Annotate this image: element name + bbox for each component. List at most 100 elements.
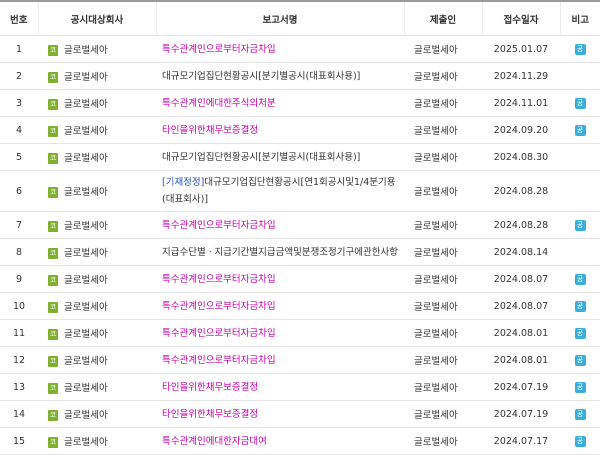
market-badge-icon: 코 bbox=[48, 329, 58, 340]
company-cell: 코 글로벌세아 bbox=[38, 89, 156, 117]
report-cell: 특수관계인에대한주식의처분 bbox=[156, 89, 404, 117]
note-cell: 공 bbox=[560, 373, 600, 401]
col-header-no: 번호 bbox=[0, 0, 39, 36]
table-body: 1 코 글로벌세아 특수관계인으로부터자금차입 글로벌세아 2025.01.07 공 2 코 글로… bbox=[0, 35, 600, 455]
company-cell: 코 글로벌세아 bbox=[38, 373, 156, 401]
receipt-date: 2024.07.19 bbox=[482, 400, 560, 428]
receipt-date: 2024.09.20 bbox=[482, 116, 560, 144]
report-title-link[interactable]: 타인을위한채무보증결정 bbox=[162, 125, 258, 136]
market-badge-icon: 코 bbox=[48, 302, 58, 313]
submitter-cell: 글로벌세아 bbox=[404, 400, 482, 428]
table-row: 8 코 글로벌세아 지급수단별ㆍ지급기간별지급금액및분쟁조정기구에관한사항 글로벌세아 2… bbox=[0, 238, 600, 266]
col-header-submitter: 제출인 bbox=[404, 0, 483, 36]
company-cell: 코 글로벌세아 bbox=[38, 143, 156, 171]
row-number: 10 bbox=[0, 292, 38, 320]
report-correction-tag: [기재정정] bbox=[162, 177, 205, 188]
note-cell: 공 bbox=[560, 400, 600, 428]
table-row: 11 코 글로벌세아 특수관계인으로부터자금차입 글로벌세아 2024.08.01 공 bbox=[0, 319, 600, 347]
receipt-date: 2024.11.01 bbox=[482, 89, 560, 117]
market-badge-icon: 코 bbox=[48, 248, 58, 259]
company-name-link[interactable]: 글로벌세아 bbox=[64, 153, 108, 164]
market-badge-icon: 코 bbox=[48, 45, 58, 56]
report-title-link[interactable]: 타인을위한채무보증결정 bbox=[162, 409, 258, 420]
note-cell: 공 bbox=[560, 116, 600, 144]
market-badge-icon: 코 bbox=[48, 410, 58, 421]
report-cell: 특수관계인에대한자금대여 bbox=[156, 427, 404, 455]
table-row: 7 코 글로벌세아 특수관계인으로부터자금차입 글로벌세아 2024.08.28 공 bbox=[0, 211, 600, 239]
report-title-link[interactable]: 특수관계인에대한주식의처분 bbox=[162, 98, 276, 109]
report-cell: 대규모기업집단현황공시[분기별공시(대표회사용)] bbox=[156, 62, 404, 90]
report-title-link[interactable]: 특수관계인으로부터자금차입 bbox=[162, 220, 276, 231]
company-name-link[interactable]: 글로벌세아 bbox=[64, 302, 108, 313]
market-badge-icon: 코 bbox=[48, 437, 58, 448]
receipt-date: 2024.08.01 bbox=[482, 346, 560, 374]
company-name-link[interactable]: 글로벌세아 bbox=[64, 410, 108, 421]
fair-trade-note-icon: 공 bbox=[574, 273, 586, 285]
receipt-date: 2025.01.07 bbox=[482, 35, 560, 63]
row-number: 12 bbox=[0, 346, 38, 374]
company-cell: 코 글로벌세아 bbox=[38, 400, 156, 428]
company-cell: 코 글로벌세아 bbox=[38, 427, 156, 455]
company-name-link[interactable]: 글로벌세아 bbox=[64, 187, 108, 198]
table-row: 15 코 글로벌세아 특수관계인에대한자금대여 글로벌세아 2024.07.17 공 bbox=[0, 427, 600, 455]
submitter-cell: 글로벌세아 bbox=[404, 373, 482, 401]
report-title-link[interactable]: 특수관계인으로부터자금차입 bbox=[162, 328, 276, 339]
report-title-link[interactable]: 특수관계인으로부터자금차입 bbox=[162, 355, 276, 366]
company-name-link[interactable]: 글로벌세아 bbox=[64, 275, 108, 286]
company-name-link[interactable]: 글로벌세아 bbox=[64, 383, 108, 394]
company-cell: 코 글로벌세아 bbox=[38, 170, 156, 212]
row-number: 4 bbox=[0, 116, 38, 144]
fair-trade-note-icon: 공 bbox=[574, 327, 586, 339]
receipt-date: 2024.08.07 bbox=[482, 265, 560, 293]
row-number: 1 bbox=[0, 35, 38, 63]
company-cell: 코 글로벌세아 bbox=[38, 211, 156, 239]
header-row: 번호 공시대상회사 보고서명 제출인 접수일자 비고 bbox=[0, 0, 600, 36]
report-title-link[interactable]: 타인을위한채무보증결정 bbox=[162, 382, 258, 393]
report-title-link[interactable]: 특수관계인으로부터자금차입 bbox=[162, 301, 276, 312]
company-name-link[interactable]: 글로벌세아 bbox=[64, 248, 108, 259]
company-name-link[interactable]: 글로벌세아 bbox=[64, 99, 108, 110]
submitter-cell: 글로벌세아 bbox=[404, 346, 482, 374]
note-cell: 공 bbox=[560, 292, 600, 320]
note-cell: 공 bbox=[560, 346, 600, 374]
col-header-company: 공시대상회사 bbox=[38, 0, 157, 36]
company-name-link[interactable]: 글로벌세아 bbox=[64, 437, 108, 448]
report-title-link[interactable]: 대규모기업집단현황공시[분기별공시(대표회사용)] bbox=[162, 152, 360, 163]
note-cell bbox=[560, 62, 600, 90]
fair-trade-note-icon: 공 bbox=[574, 300, 586, 312]
report-cell: 특수관계인으로부터자금차입 bbox=[156, 265, 404, 293]
note-cell: 공 bbox=[560, 211, 600, 239]
row-number: 5 bbox=[0, 143, 38, 171]
report-cell: 특수관계인으로부터자금차입 bbox=[156, 319, 404, 347]
company-name-link[interactable]: 글로벌세아 bbox=[64, 45, 108, 56]
report-title-link[interactable]: 대규모기업집단현황공시[분기별공시(대표회사용)] bbox=[162, 71, 360, 82]
note-cell: 공 bbox=[560, 35, 600, 63]
table-row: 6 코 글로벌세아 [기재정정]대규모기업집단현황공시[연1회공시및1/4분기용(대표… bbox=[0, 170, 600, 212]
company-name-link[interactable]: 글로벌세아 bbox=[64, 356, 108, 367]
report-title-link[interactable]: 지급수단별ㆍ지급기간별지급금액및분쟁조정기구에관한사항 bbox=[162, 247, 398, 258]
company-name-link[interactable]: 글로벌세아 bbox=[64, 329, 108, 340]
report-cell: 대규모기업집단현황공시[분기별공시(대표회사용)] bbox=[156, 143, 404, 171]
note-cell: 공 bbox=[560, 319, 600, 347]
company-name-link[interactable]: 글로벌세아 bbox=[64, 72, 108, 83]
submitter-cell: 글로벌세아 bbox=[404, 292, 482, 320]
row-number: 3 bbox=[0, 89, 38, 117]
report-title-link[interactable]: 특수관계인으로부터자금차입 bbox=[162, 274, 276, 285]
receipt-date: 2024.08.01 bbox=[482, 319, 560, 347]
report-cell: 지급수단별ㆍ지급기간별지급금액및분쟁조정기구에관한사항 bbox=[156, 238, 404, 266]
receipt-date: 2024.07.19 bbox=[482, 373, 560, 401]
company-name-link[interactable]: 글로벌세아 bbox=[64, 221, 108, 232]
disclosure-table: 번호 공시대상회사 보고서명 제출인 접수일자 비고 1 코 글로벌세아 특수관계인으… bbox=[0, 0, 600, 455]
report-title-link[interactable]: 특수관계인으로부터자금차입 bbox=[162, 44, 276, 55]
table-row: 3 코 글로벌세아 특수관계인에대한주식의처분 글로벌세아 2024.11.01 공 bbox=[0, 89, 600, 117]
company-name-link[interactable]: 글로벌세아 bbox=[64, 126, 108, 137]
fair-trade-note-icon: 공 bbox=[574, 354, 586, 366]
company-cell: 코 글로벌세아 bbox=[38, 346, 156, 374]
report-cell: 타인을위한채무보증결정 bbox=[156, 116, 404, 144]
receipt-date: 2024.11.29 bbox=[482, 62, 560, 90]
fair-trade-note-icon: 공 bbox=[574, 124, 586, 136]
market-badge-icon: 코 bbox=[48, 187, 58, 198]
submitter-cell: 글로벌세아 bbox=[404, 89, 482, 117]
company-cell: 코 글로벌세아 bbox=[38, 35, 156, 63]
report-title-link[interactable]: 특수관계인에대한자금대여 bbox=[162, 436, 267, 447]
